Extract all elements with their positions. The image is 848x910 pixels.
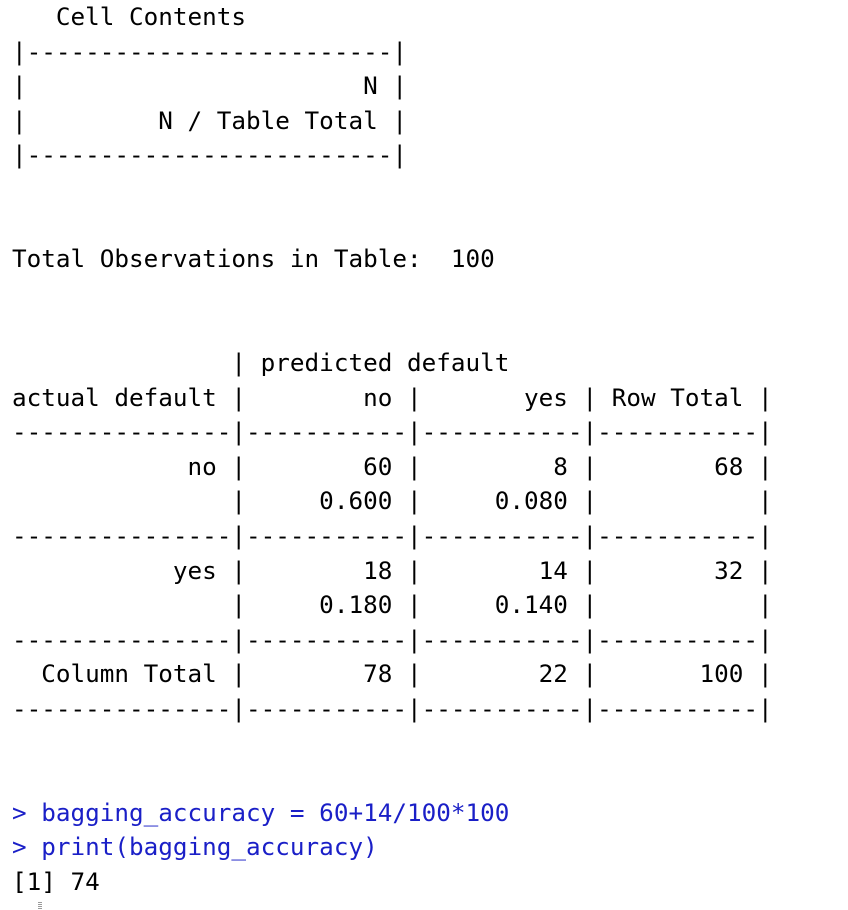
crosstab-row-yes-counts: yes | 18 | 14 | 32 | (12, 555, 773, 585)
legend-border-bottom: |-------------------------| (12, 140, 407, 170)
total-observations-line: Total Observations in Table: 100 (12, 244, 495, 274)
legend-n-row: | N | (12, 71, 407, 101)
crosstab-row-no-counts: no | 60 | 8 | 68 | (12, 451, 773, 481)
r-console[interactable]: Cell Contents |-------------------------… (12, 0, 842, 899)
crosstab-divider: ---------------|-----------|-----------|… (12, 624, 773, 654)
crosstab-column-variable-header: | predicted default (12, 347, 510, 377)
crosstab-header-row: actual default | no | yes | Row Total | (12, 382, 773, 412)
command-print: > print(bagging_accuracy) (12, 832, 378, 862)
crosstab-divider: ---------------|-----------|-----------|… (12, 417, 773, 447)
crosstab-row-yes-proportions: | 0.180 | 0.140 | | (12, 590, 773, 620)
crosstab-row-no-proportions: | 0.600 | 0.080 | | (12, 486, 773, 516)
crosstab-column-total-row: Column Total | 78 | 22 | 100 | (12, 659, 773, 689)
legend-proportion-row: | N / Table Total | (12, 105, 407, 135)
crosstab-divider: ---------------|-----------|-----------|… (12, 520, 773, 550)
crosstab-divider: ---------------|-----------|-----------|… (12, 693, 773, 723)
legend-border-top: |-------------------------| (12, 36, 407, 66)
text-cursor (38, 902, 42, 910)
cell-contents-title: Cell Contents (12, 2, 247, 31)
result-output: [1] 74 (12, 866, 100, 896)
command-bagging-accuracy: > bagging_accuracy = 60+14/100*100 (12, 797, 510, 827)
